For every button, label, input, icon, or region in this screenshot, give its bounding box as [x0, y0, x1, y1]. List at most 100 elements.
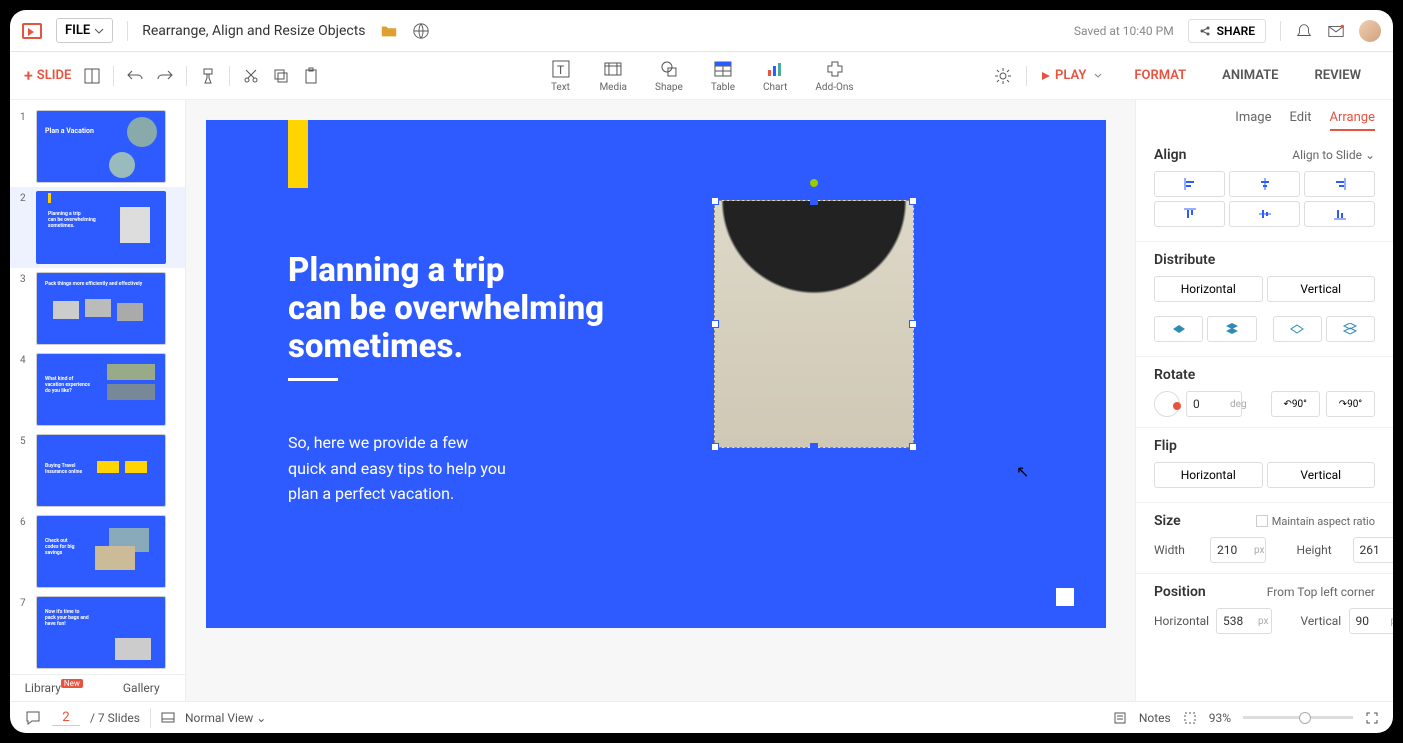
bring-front[interactable]	[1207, 316, 1256, 342]
redo-icon[interactable]	[156, 67, 174, 85]
comment-icon[interactable]	[24, 709, 42, 727]
align-to-slide[interactable]: Align to Slide ⌄	[1292, 148, 1375, 162]
status-right: Notes 93%	[1113, 711, 1379, 725]
user-avatar[interactable]	[1359, 20, 1381, 42]
insert-chart[interactable]: Chart	[763, 58, 787, 93]
fullscreen-icon[interactable]	[1365, 711, 1379, 725]
globe-icon[interactable]	[412, 22, 430, 40]
slide-thumb-2[interactable]: 2Planning a tripcan be overwhelmingsomet…	[10, 187, 185, 268]
resize-handle-tl[interactable]	[711, 197, 719, 205]
resize-handle-mr[interactable]	[909, 320, 917, 328]
copy-icon[interactable]	[272, 67, 290, 85]
share-label: SHARE	[1217, 24, 1255, 38]
flip-section: Flip Horizontal Vertical	[1136, 428, 1393, 503]
bell-icon[interactable]	[1295, 22, 1313, 40]
insert-table[interactable]: Table	[711, 58, 735, 93]
undo-icon[interactable]	[126, 67, 144, 85]
send-backward[interactable]	[1273, 316, 1322, 342]
slide-heading[interactable]: Planning a trip can be overwhelming some…	[288, 252, 604, 366]
cut-icon[interactable]	[242, 67, 260, 85]
subtab-arrange[interactable]: Arrange	[1330, 110, 1375, 131]
fit-icon[interactable]	[1183, 711, 1197, 725]
slide-thumb-3[interactable]: 3Pack things more efficiently and effect…	[10, 268, 185, 349]
rotate-ccw-90[interactable]: ↶90°	[1271, 391, 1320, 417]
tab-animate[interactable]: ANIMATE	[1204, 54, 1296, 97]
align-left[interactable]	[1154, 171, 1225, 197]
share-button[interactable]: SHARE	[1188, 19, 1266, 43]
bring-forward[interactable]	[1154, 316, 1203, 342]
subtab-edit[interactable]: Edit	[1290, 110, 1312, 131]
panel-bottom-tabs: LibraryNew Gallery	[10, 674, 185, 701]
insert-media[interactable]: Media	[599, 58, 627, 93]
new-slide-button[interactable]: + SLIDE	[24, 66, 71, 85]
subtab-image[interactable]: Image	[1235, 110, 1271, 131]
rotate-handle[interactable]	[810, 179, 818, 187]
size-title: Size	[1154, 513, 1181, 529]
distribute-horizontal[interactable]: Horizontal	[1154, 276, 1263, 302]
align-top[interactable]	[1154, 201, 1225, 227]
slide-panel: 1Plan a Vacation 2Planning a tripcan be …	[10, 100, 186, 701]
insert-shape[interactable]: Shape	[655, 58, 683, 93]
rotate-knob[interactable]	[1154, 391, 1180, 417]
thumbnail-list[interactable]: 1Plan a Vacation 2Planning a tripcan be …	[10, 100, 185, 674]
align-bottom[interactable]	[1304, 201, 1375, 227]
slide-thumb-1[interactable]: 1Plan a Vacation	[10, 106, 185, 187]
align-section: AlignAlign to Slide ⌄	[1136, 137, 1393, 242]
position-origin[interactable]: From Top left corner	[1267, 585, 1375, 599]
slide-thumb-6[interactable]: 6Check outcodes for bigsavings	[10, 511, 185, 592]
mail-icon[interactable]	[1327, 22, 1345, 40]
document-title[interactable]: Rearrange, Align and Resize Objects	[142, 23, 365, 39]
flip-vertical[interactable]: Vertical	[1267, 462, 1376, 488]
play-icon	[1041, 71, 1051, 81]
aspect-checkbox[interactable]	[1256, 515, 1268, 527]
view-icon[interactable]	[161, 711, 175, 725]
topbar-right: Saved at 10:40 PM SHARE	[1074, 19, 1381, 43]
insert-addons[interactable]: Add-Ons	[815, 58, 853, 93]
align-middle-v[interactable]	[1229, 201, 1300, 227]
position-title: Position	[1154, 584, 1206, 600]
insert-text[interactable]: TText	[549, 58, 571, 93]
slide-canvas[interactable]: Planning a trip can be overwhelming some…	[206, 120, 1106, 628]
current-slide-input[interactable]	[52, 710, 80, 726]
tab-library[interactable]: LibraryNew	[10, 675, 98, 701]
file-menu[interactable]: FILE	[56, 18, 113, 43]
share-icon	[1199, 25, 1211, 37]
slide-subtext[interactable]: So, here we provide a few quick and easy…	[288, 430, 506, 507]
rotate-cw-90[interactable]: ↷90°	[1326, 391, 1375, 417]
resize-handle-bl[interactable]	[711, 443, 719, 451]
gear-icon[interactable]	[994, 67, 1012, 85]
tab-gallery[interactable]: Gallery	[98, 675, 186, 701]
align-center-h[interactable]	[1229, 171, 1300, 197]
separator	[113, 66, 114, 86]
resize-handle-ml[interactable]	[711, 320, 719, 328]
format-painter-icon[interactable]	[199, 67, 217, 85]
notes-icon[interactable]	[1113, 711, 1127, 725]
resize-handle-tr[interactable]	[909, 197, 917, 205]
pos-v-input[interactable]	[1349, 608, 1393, 634]
slide-thumb-4[interactable]: 4What kind ofvacation experiencedo you l…	[10, 349, 185, 430]
selected-image[interactable]	[714, 200, 914, 448]
slide-thumb-7[interactable]: 7Now it's time topack your bags andhave …	[10, 592, 185, 673]
slide-thumb-5[interactable]: 5Buying TravelInsurance online	[10, 430, 185, 511]
resize-handle-br[interactable]	[909, 443, 917, 451]
paste-icon[interactable]	[302, 67, 320, 85]
zoom-slider[interactable]	[1243, 716, 1353, 719]
resize-handle-tm[interactable]	[810, 197, 818, 205]
position-section: PositionFrom Top left corner Horizontalp…	[1136, 574, 1393, 644]
view-mode[interactable]: Normal View ⌄	[185, 711, 266, 725]
canvas[interactable]: Planning a trip can be overwhelming some…	[186, 100, 1135, 701]
send-back[interactable]	[1326, 316, 1375, 342]
format-subtabs: Image Edit Arrange	[1136, 100, 1393, 137]
folder-icon[interactable]	[380, 22, 398, 40]
layout-icon[interactable]	[83, 67, 101, 85]
app-icon[interactable]	[22, 23, 42, 39]
align-right[interactable]	[1304, 171, 1375, 197]
tab-format[interactable]: FORMAT	[1116, 54, 1204, 97]
flip-horizontal[interactable]: Horizontal	[1154, 462, 1263, 488]
notes-label[interactable]: Notes	[1139, 711, 1171, 725]
distribute-vertical[interactable]: Vertical	[1267, 276, 1376, 302]
tab-review[interactable]: REVIEW	[1296, 54, 1379, 97]
play-button[interactable]: PLAY	[1041, 68, 1102, 83]
height-input[interactable]	[1353, 537, 1393, 563]
resize-handle-bm[interactable]	[810, 443, 818, 451]
